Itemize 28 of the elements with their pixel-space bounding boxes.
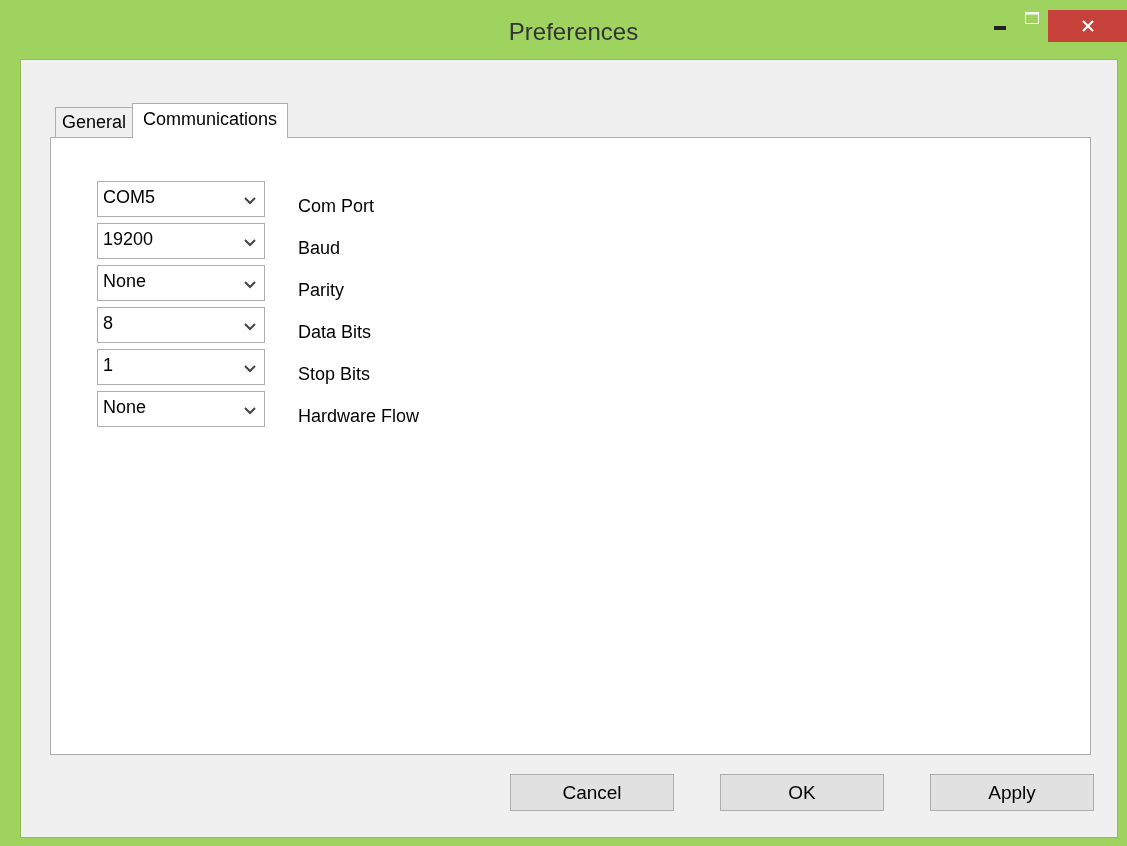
chevron-down-icon [244, 281, 256, 289]
chevron-down-icon [244, 323, 256, 331]
dropdown[interactable]: 1 [97, 349, 265, 385]
window-title: Preferences [507, 18, 640, 46]
chevron-down-icon [244, 197, 256, 205]
minimize-icon [994, 26, 1006, 30]
dialog-button[interactable]: OK [720, 774, 884, 811]
dialog-button[interactable]: Apply [930, 774, 1094, 811]
close-button[interactable] [1048, 10, 1127, 42]
chevron-down-icon [244, 365, 256, 373]
chevron-down-icon [244, 407, 256, 415]
field-label: Baud [298, 237, 341, 259]
dropdown[interactable]: None [97, 391, 265, 427]
close-icon [1080, 19, 1095, 33]
field-label: Com Port [298, 195, 375, 217]
tab[interactable]: General [55, 107, 134, 137]
dropdown[interactable]: 19200 [97, 223, 265, 259]
maximize-icon [1025, 12, 1039, 24]
field-label: Parity [298, 279, 344, 301]
field-label: Stop Bits [298, 363, 371, 385]
dropdown[interactable]: None [97, 265, 265, 301]
chevron-down-icon [244, 239, 256, 247]
tab[interactable]: Communications [132, 103, 289, 138]
field-label: Hardware Flow [298, 405, 420, 427]
dropdown[interactable]: COM5 [97, 181, 265, 217]
dialog-button[interactable]: Cancel [510, 774, 674, 811]
dropdown[interactable]: 8 [97, 307, 265, 343]
field-label: Data Bits [298, 321, 372, 343]
